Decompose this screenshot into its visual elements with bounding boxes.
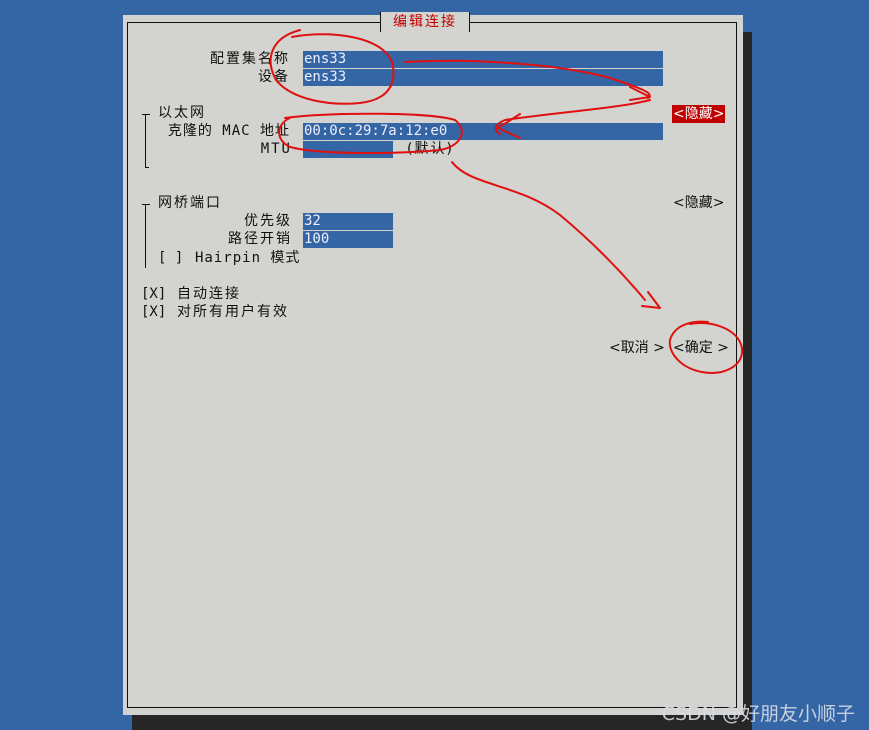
ethernet-hide-button[interactable]: <隐藏> — [672, 105, 726, 123]
ethernet-section-marker — [142, 114, 150, 115]
bridge-port-section-marker — [142, 204, 150, 205]
cloned-mac-input[interactable]: 00:0c:29:7a:12:e0 — [303, 123, 663, 140]
path-cost-input[interactable]: 100 — [303, 231, 393, 248]
hairpin-label: Hairpin 模式 — [195, 250, 301, 266]
bridge-port-hide-button[interactable]: <隐藏> — [673, 194, 724, 212]
path-cost-label: 路径开销 — [228, 231, 292, 247]
ethernet-section-line — [145, 114, 146, 168]
autoconnect-checkbox[interactable]: [X] — [141, 285, 166, 303]
mtu-input[interactable] — [303, 141, 393, 158]
mtu-label: MTU — [260, 141, 292, 157]
dialog-title: 编辑连接 — [380, 12, 470, 32]
profile-name-input[interactable]: ens33 — [303, 51, 663, 69]
ethernet-section-label: 以太网 — [158, 105, 206, 121]
priority-input[interactable]: 32 — [303, 213, 393, 230]
bridge-port-section-label: 网桥端口 — [158, 195, 222, 211]
autoconnect-label: 自动连接 — [177, 286, 241, 302]
mtu-default-hint: (默认) — [407, 141, 454, 157]
cloned-mac-label: 克隆的 MAC 地址 — [167, 123, 290, 139]
device-label: 设备 — [258, 69, 290, 85]
ok-button[interactable]: <确定 > — [673, 339, 729, 357]
ethernet-section-end — [145, 167, 149, 168]
all-users-label: 对所有用户有效 — [177, 304, 289, 320]
priority-label: 优先级 — [244, 213, 292, 229]
hairpin-checkbox[interactable]: [ ] — [158, 249, 183, 267]
all-users-checkbox[interactable]: [X] — [141, 303, 166, 321]
bridge-port-section-line — [145, 204, 146, 268]
profile-name-label: 配置集名称 — [210, 51, 290, 67]
device-input[interactable]: ens33 — [303, 69, 663, 87]
cancel-button[interactable]: <取消 > — [609, 339, 665, 357]
watermark-text: CSDN @好朋友小顺子 — [661, 703, 855, 725]
